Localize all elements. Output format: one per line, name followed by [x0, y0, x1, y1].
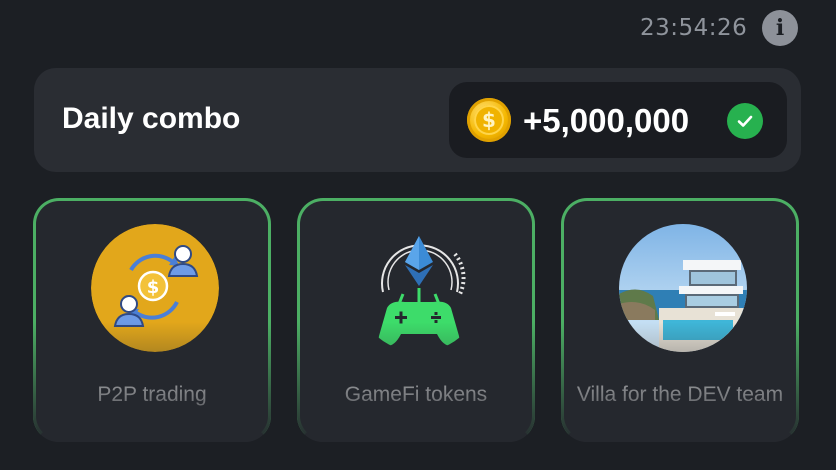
- card-label: P2P trading: [97, 383, 207, 406]
- dollar-coin-icon: $: [467, 98, 511, 142]
- villa-image: [619, 224, 747, 352]
- coin-symbol: $: [474, 105, 504, 135]
- svg-text:$: $: [147, 277, 160, 298]
- countdown-timer: 23:54:26: [640, 15, 748, 41]
- checkmark-icon: [727, 103, 763, 139]
- p2p-exchange-icon: $: [91, 224, 219, 352]
- daily-combo-reward: $ +5,000,000: [449, 82, 787, 158]
- card-p2p-trading[interactable]: $ P2P trading: [33, 198, 271, 442]
- reward-amount: +5,000,000: [523, 102, 690, 139]
- card-villa-dev-team[interactable]: Villa for the DEV team: [561, 198, 799, 442]
- info-icon[interactable]: i: [762, 10, 798, 46]
- gamefi-controller-icon: [355, 224, 483, 352]
- card-gamefi-tokens[interactable]: GameFi tokens: [297, 198, 535, 442]
- top-bar: 23:54:26 i: [0, 0, 836, 60]
- daily-combo-title: Daily combo: [62, 102, 241, 135]
- daily-combo-panel: Daily combo $ +5,000,000: [34, 68, 801, 172]
- card-label: Villa for the DEV team: [576, 383, 784, 406]
- card-label: GameFi tokens: [344, 383, 488, 406]
